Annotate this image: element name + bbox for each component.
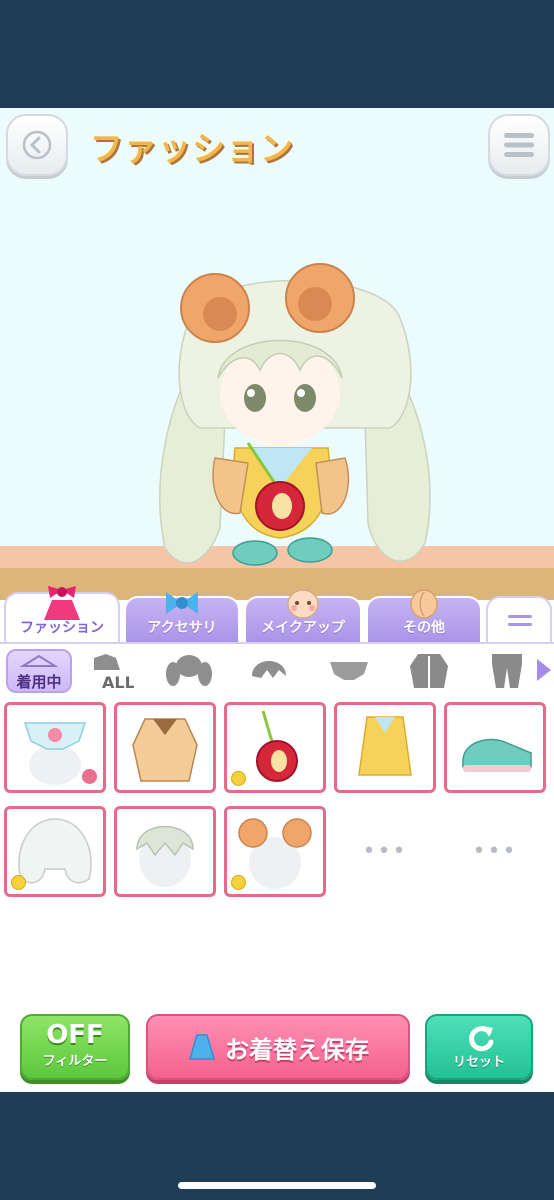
grid-item-underwear[interactable]	[4, 702, 106, 793]
yellow-dress-item-icon	[358, 716, 412, 776]
grid-item-bangs-hair[interactable]	[114, 806, 216, 897]
more-menu-icon	[508, 615, 532, 626]
avatar-character[interactable]	[130, 258, 460, 598]
grid-item-apple-bag[interactable]	[224, 702, 326, 793]
lock-pin-icon	[82, 769, 97, 784]
grid-item-bear-ears[interactable]	[224, 806, 326, 897]
filter-label: フィルター	[42, 1054, 108, 1069]
reset-button[interactable]: リセット	[425, 1014, 533, 1080]
save-outfit-label: お着替え保存	[225, 1035, 369, 1064]
tab-accessory-label: アクセサリ	[147, 620, 217, 636]
menu-button[interactable]	[488, 114, 550, 176]
bangs-icon[interactable]	[246, 650, 292, 692]
hint-bulb-icon	[11, 875, 26, 890]
misc-icon	[410, 589, 438, 619]
tab-accessory[interactable]: アクセサリ	[124, 592, 240, 642]
tab-fashion[interactable]: ファッション	[4, 586, 120, 642]
empty-slot: •••	[472, 839, 518, 864]
jacket-item-icon	[132, 718, 198, 782]
hint-bulb-icon	[231, 875, 246, 890]
hint-bulb-icon	[231, 771, 246, 786]
dress-icon	[188, 1034, 216, 1060]
underwear-icon[interactable]	[326, 650, 372, 692]
tab-makeup[interactable]: メイクアップ	[244, 589, 362, 642]
wearing-filter-button[interactable]: 着用中	[6, 649, 72, 693]
tab-more[interactable]	[486, 596, 552, 642]
wearing-label: 着用中	[16, 673, 62, 691]
home-indicator[interactable]	[178, 1182, 376, 1189]
fashion-screen: ファッション ファッション アクセサリ メイクアップ その他 着用中 ALL •…	[0, 108, 554, 1092]
avatar-stage: ファッション	[0, 108, 554, 600]
grid-item-jacket[interactable]	[114, 702, 216, 793]
all-icon[interactable]: ALL	[88, 650, 134, 692]
tab-makeup-label: メイクアップ	[261, 620, 345, 636]
hanger-icon	[19, 654, 59, 667]
blue-bow-icon	[166, 592, 198, 614]
tab-other[interactable]: その他	[366, 589, 482, 642]
page-title: ファッション	[90, 129, 294, 168]
hamburger-menu-icon	[504, 133, 534, 157]
subcategory-row: 着用中 ALL	[0, 644, 554, 698]
jacket-icon[interactable]	[406, 650, 452, 692]
sneakers-item-icon	[462, 738, 532, 772]
face-icon	[287, 589, 319, 619]
twin-tails-icon[interactable]	[166, 650, 212, 692]
scroll-right-arrow[interactable]	[537, 659, 551, 681]
pants-icon[interactable]	[484, 650, 530, 692]
filter-toggle-button[interactable]: OFF フィルター	[20, 1014, 130, 1080]
empty-slot: •••	[362, 839, 408, 864]
all-label: ALL	[102, 673, 134, 692]
filter-state-label: OFF	[46, 1020, 104, 1050]
back-button[interactable]	[6, 114, 68, 176]
category-tabs: ファッション アクセサリ メイクアップ その他	[0, 586, 554, 642]
save-outfit-button[interactable]: お着替え保存	[146, 1014, 410, 1080]
grid-item-yellow-dress[interactable]	[334, 702, 436, 793]
grid-item-sneakers[interactable]	[444, 702, 546, 793]
reset-icon	[469, 1026, 494, 1052]
bangs-hair-item-icon	[136, 825, 194, 887]
grid-item-wavy-hair[interactable]	[4, 806, 106, 897]
reset-label: リセット	[452, 1055, 505, 1070]
tab-other-label: その他	[403, 620, 445, 636]
tab-fashion-label: ファッション	[20, 620, 104, 636]
status-bar-area	[0, 0, 554, 108]
chevron-left-icon	[22, 130, 52, 160]
